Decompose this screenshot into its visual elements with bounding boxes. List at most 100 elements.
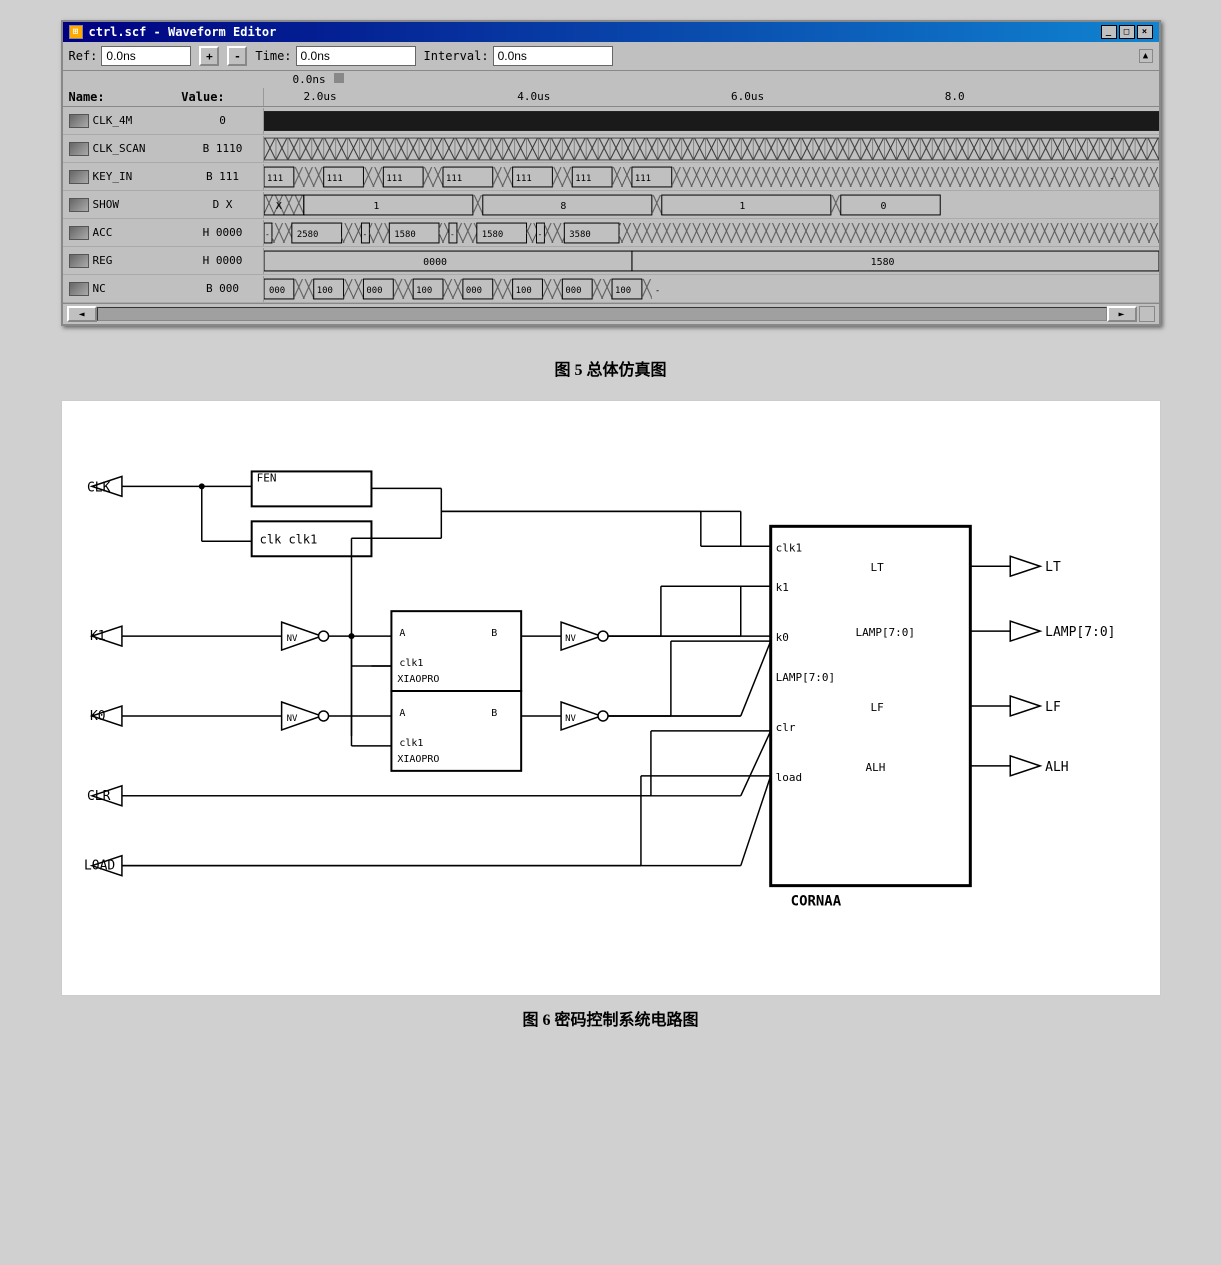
nv4-bubble: [598, 711, 608, 721]
xiaopro2-clk1: clk1: [399, 738, 423, 749]
signal-name-show: SHOW: [93, 198, 120, 211]
nv2-bubble: [318, 711, 328, 721]
nv1-label: NV: [286, 634, 297, 644]
svg-text:0: 0: [880, 200, 886, 211]
k1-label: K1: [89, 629, 105, 644]
nv2-label: NV: [286, 714, 297, 724]
schematic-svg: CLK FEN clk clk1 K1 NV: [82, 421, 1140, 971]
maximize-btn[interactable]: □: [1119, 25, 1135, 39]
svg-text:2580: 2580: [296, 229, 318, 239]
horizontal-scrollbar[interactable]: [97, 307, 1107, 321]
signal-wave-clkscan: [263, 136, 1159, 162]
signal-wave-show: X 1 8 1 0: [263, 192, 1159, 218]
svg-text:000: 000: [565, 285, 581, 295]
k0-label: K0: [89, 709, 105, 724]
svg-text:0000: 0000: [423, 256, 447, 267]
cornaa-clr-port: clr: [775, 721, 795, 734]
schematic-container: CLK FEN clk clk1 K1 NV: [61, 400, 1161, 996]
scroll-up-btn[interactable]: ▲: [1139, 49, 1153, 63]
svg-text:000: 000: [268, 285, 284, 295]
timeline-2us: 2.0us: [264, 90, 518, 104]
svg-text:8: 8: [560, 200, 566, 211]
caption2: 图 6 密码控制系统电路图: [522, 1006, 698, 1030]
xiaopro2-b: B: [491, 708, 497, 719]
signal-icon-reg: [69, 254, 89, 268]
close-btn[interactable]: ×: [1137, 25, 1153, 39]
nv1-bubble: [318, 631, 328, 641]
signal-row-reg: REG H 0000 0000 1580: [63, 247, 1159, 275]
cornaa-lf-port: LF: [870, 701, 883, 714]
clk-clk1-label: clk clk1: [259, 532, 317, 546]
svg-text:3580: 3580: [569, 229, 591, 239]
svg-text:-: -: [362, 229, 367, 238]
nv3-bubble: [598, 631, 608, 641]
minus-btn[interactable]: -: [227, 46, 247, 66]
minimize-btn[interactable]: _: [1101, 25, 1117, 39]
timeline-8us: 8.0: [945, 90, 1159, 104]
cornaa-clk1-port: clk1: [775, 541, 801, 554]
time-input[interactable]: [296, 46, 416, 66]
clr-to-cornaa: [740, 731, 770, 796]
svg-text:100: 100: [416, 285, 432, 295]
window-icon: ⊞: [69, 25, 83, 39]
svg-text:111: 111: [326, 173, 342, 183]
svg-text:-: -: [537, 229, 542, 238]
clr-label: CLR: [86, 789, 110, 804]
signal-row-nc: NC B 000 000 100: [63, 275, 1159, 303]
signal-name-acc: ACC: [93, 226, 113, 239]
lamp-output-arrow: [1010, 621, 1040, 641]
svg-text:100: 100: [316, 285, 332, 295]
svg-text:100: 100: [615, 285, 631, 295]
window-controls[interactable]: _ □ ×: [1101, 25, 1153, 39]
signal-wave-nc: 000 100 000 100 000 100: [263, 276, 1159, 302]
cornaa-name: CORNAA: [790, 894, 841, 910]
signal-wave-acc: - 2580 - 1580 - 1580: [263, 220, 1159, 246]
window-title: ctrl.scf - Waveform Editor: [89, 25, 277, 39]
signal-value-nc: B 000: [183, 282, 263, 295]
cursor-time-area: 0.0ns: [63, 71, 1159, 88]
svg-text:-: -: [264, 229, 269, 238]
svg-text:111: 111: [634, 173, 650, 183]
ref-input[interactable]: [101, 46, 191, 66]
svg-text:111: 111: [515, 173, 531, 183]
signal-row-clkscan: CLK_SCAN B 1110: [63, 135, 1159, 163]
interval-input[interactable]: [493, 46, 613, 66]
interval-label: Interval:: [424, 49, 489, 63]
xiaopro2-a: A: [399, 708, 405, 719]
corner-box: [1139, 306, 1155, 322]
svg-text:X: X: [275, 200, 281, 211]
waveform-window: ⊞ ctrl.scf - Waveform Editor _ □ × Ref: …: [61, 20, 1161, 326]
xiaopro1-clk1: clk1: [399, 658, 423, 669]
svg-text:000: 000: [465, 285, 481, 295]
plus-btn[interactable]: +: [199, 46, 219, 66]
svg-text:1580: 1580: [394, 229, 416, 239]
svg-text:1580: 1580: [870, 256, 894, 267]
signal-name-reg: REG: [93, 254, 113, 267]
xiaopro1-name: XIAOPRO: [397, 674, 439, 685]
scroll-right-btn[interactable]: ►: [1107, 306, 1137, 322]
svg-text:000: 000: [366, 285, 382, 295]
xiaopro1-a: A: [399, 628, 405, 639]
cornaa-alh-port: ALH: [865, 761, 885, 774]
cursor-time: 0.0ns: [293, 73, 326, 86]
signal-row-clk4m: CLK_4M 0: [63, 107, 1159, 135]
signal-icon-show: [69, 198, 89, 212]
signal-name-keyin: KEY_IN: [93, 170, 133, 183]
svg-text:111: 111: [445, 173, 461, 183]
alh-output-label: ALH: [1045, 760, 1068, 775]
svg-text:1: 1: [739, 200, 745, 211]
scroll-left-btn[interactable]: ◄: [67, 306, 97, 322]
signal-name-nc: NC: [93, 282, 106, 295]
signal-wave-reg: 0000 1580: [263, 248, 1159, 274]
signal-value-acc: H 0000: [183, 226, 263, 239]
svg-text:111: 111: [575, 173, 591, 183]
signal-icon-keyin: [69, 170, 89, 184]
cornaa-k1-port: k1: [775, 581, 788, 594]
load-label: LOAD: [83, 859, 114, 874]
svg-text:1580: 1580: [481, 229, 503, 239]
signal-value-clkscan: B 1110: [183, 142, 263, 155]
name-col-header: Name:: [69, 90, 182, 104]
signal-wave-keyin: 111 111 111 111 111 111: [263, 164, 1159, 190]
signal-value-keyin: B 111: [183, 170, 263, 183]
caption1: 图 5 总体仿真图: [554, 356, 666, 380]
